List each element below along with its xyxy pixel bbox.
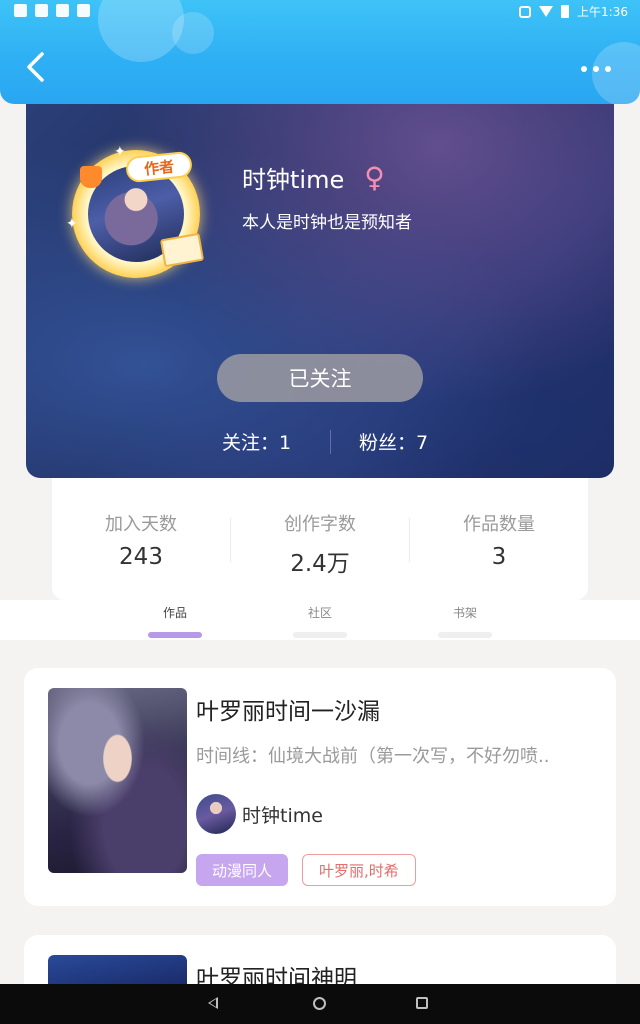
status-bar: 上午1:36 (0, 0, 640, 22)
header: 上午1:36 (0, 0, 640, 104)
more-dots-icon (581, 66, 587, 72)
work-cover-image[interactable] (48, 688, 187, 873)
stat-label: 创作字数 (284, 514, 356, 535)
avatar[interactable]: 作者 ✦ ✦ (66, 144, 206, 284)
back-arrow-icon (27, 52, 44, 82)
system-nav-bar (0, 984, 640, 1024)
notification-icon (14, 4, 27, 17)
nav-home-icon[interactable] (313, 997, 326, 1010)
tab-works[interactable]: 作品 (145, 604, 205, 621)
sparkle-icon: ✦ (114, 144, 126, 160)
stats-card: 加入天数 243 创作字数 2.4万 作品数量 3 (52, 478, 588, 600)
work-card[interactable]: 叶罗丽时间一沙漏 时间线：仙境大战前（第一次写，不好勿喷.. 时钟time 动漫… (24, 668, 616, 906)
stat-label: 加入天数 (105, 514, 177, 535)
user-bio: 本人是时钟也是预知者 (242, 213, 412, 233)
stat-works-count: 作品数量 3 (410, 510, 588, 570)
notification-icon (56, 4, 69, 17)
following-count[interactable]: 关注：1 (222, 428, 291, 455)
author-name: 时钟time (242, 804, 323, 827)
user-name-row: 时钟time ♀ (242, 160, 385, 195)
stat-value: 3 (491, 544, 507, 570)
fans-count[interactable]: 粉丝：7 (359, 428, 428, 455)
stat-value: 2.4万 (290, 551, 350, 577)
nav-recents-icon[interactable] (416, 997, 428, 1009)
vibrate-icon (519, 5, 532, 18)
nav-back-icon[interactable] (208, 997, 218, 1009)
back-button[interactable] (20, 50, 50, 84)
sparkle-icon: ✦ (66, 216, 78, 232)
work-description: 时间线：仙境大战前（第一次写，不好勿喷.. (196, 746, 550, 767)
work-author[interactable]: 时钟time (196, 794, 323, 834)
keyword-tag[interactable]: 叶罗丽,时希 (302, 854, 416, 886)
notification-icon (77, 4, 90, 17)
divider (330, 430, 331, 454)
book-icon (159, 232, 205, 268)
tab-bookshelf[interactable]: 书架 (435, 604, 495, 621)
category-tag[interactable]: 动漫同人 (196, 854, 289, 886)
tab-community[interactable]: 社区 (290, 604, 350, 621)
stat-value: 243 (119, 544, 163, 570)
female-gender-icon: ♀ (364, 161, 385, 194)
status-time: 上午1:36 (577, 5, 628, 19)
wifi-icon (539, 6, 554, 17)
follow-stats: 关注：1 粉丝：7 (26, 426, 614, 456)
battery-icon (561, 5, 570, 18)
tab-indicator-active (148, 632, 202, 638)
more-dots-icon (605, 66, 611, 72)
profile-card: 作者 ✦ ✦ 时钟time ♀ 本人是时钟也是预知者 已关注 关注：1 粉丝：7 (26, 100, 614, 478)
tag-list: 动漫同人 叶罗丽,时希 (196, 854, 416, 886)
follow-button[interactable]: 已关注 (217, 354, 423, 402)
stat-label: 作品数量 (463, 514, 535, 535)
flag-icon (80, 166, 102, 188)
tab-indicator (438, 632, 492, 638)
more-button[interactable] (578, 60, 614, 78)
user-name: 时钟time (242, 166, 345, 194)
stat-join-days: 加入天数 243 (52, 510, 230, 570)
more-dots-icon (593, 66, 599, 72)
tab-indicator (293, 632, 347, 638)
stat-word-count: 创作字数 2.4万 (231, 510, 409, 578)
work-title: 叶罗丽时间一沙漏 (196, 699, 380, 725)
author-avatar (196, 794, 236, 834)
notification-icon (35, 4, 48, 17)
